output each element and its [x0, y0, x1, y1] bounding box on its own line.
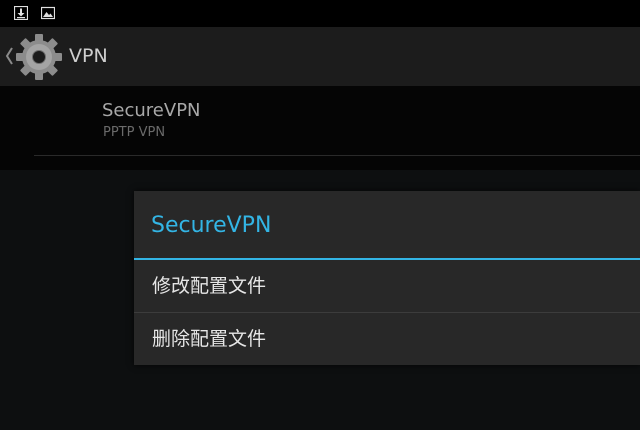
vpn-name: SecureVPN [102, 100, 201, 121]
back-caret-icon[interactable] [4, 45, 14, 67]
edit-profile-label: 修改配置文件 [152, 275, 267, 297]
status-bar [0, 0, 640, 27]
edit-profile-option[interactable]: 修改配置文件 [134, 260, 640, 312]
vpn-context-dialog: SecureVPN 修改配置文件 删除配置文件 [134, 191, 640, 365]
dialog-title: SecureVPN [151, 213, 272, 238]
vpn-list-item[interactable]: SecureVPN PPTP VPN [0, 86, 640, 156]
image-icon [41, 6, 55, 20]
download-icon [14, 6, 28, 20]
page-title: VPN [69, 45, 108, 67]
vpn-type: PPTP VPN [103, 125, 166, 140]
list-divider [34, 155, 640, 156]
screen: VPN SecureVPN PPTP VPN SecureVPN 修改配置文件 … [0, 0, 640, 430]
delete-profile-label: 删除配置文件 [152, 328, 267, 350]
vpn-list: SecureVPN PPTP VPN [0, 86, 640, 170]
settings-gear-icon[interactable] [14, 32, 64, 82]
delete-profile-option[interactable]: 删除配置文件 [134, 313, 640, 365]
action-bar: VPN [0, 27, 640, 86]
